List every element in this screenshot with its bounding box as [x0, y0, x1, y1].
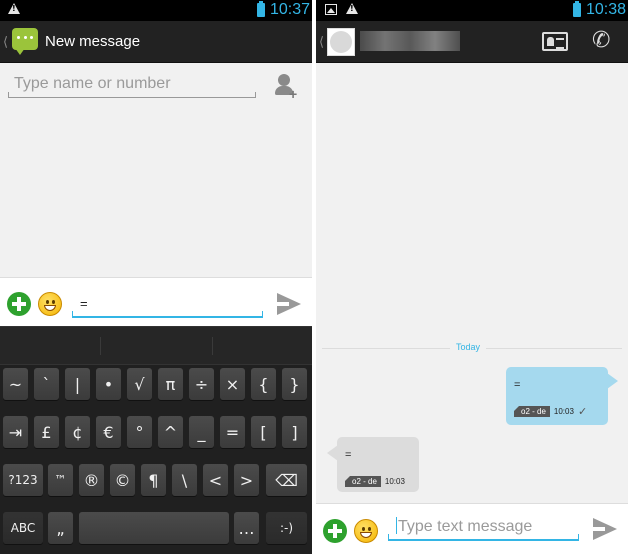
- message-time: 10:03: [553, 407, 574, 416]
- status-bar: 10:38: [316, 0, 628, 21]
- outgoing-message[interactable]: = o2 - de 10:03 ✓: [506, 367, 618, 425]
- key[interactable]: ™: [48, 464, 73, 496]
- conversation-screen: 10:38 ⟨ ✆ Today = o2 - de 10:03 ✓ = o2 -…: [316, 0, 628, 554]
- warning-icon: [346, 3, 358, 14]
- send-icon[interactable]: [277, 293, 301, 315]
- incoming-message[interactable]: = o2 - de 10:03: [327, 437, 419, 492]
- emoji-icon[interactable]: [38, 292, 62, 316]
- message-meta: o2 - de 10:03: [345, 476, 405, 487]
- key[interactable]: {: [251, 368, 276, 400]
- key[interactable]: ¢: [65, 416, 90, 448]
- picture-icon: [325, 4, 337, 15]
- backspace-key[interactable]: ⌫: [266, 464, 307, 496]
- attach-icon[interactable]: [323, 519, 347, 543]
- key[interactable]: <: [203, 464, 228, 496]
- symbols-keyboard: ~ ` | • √ π ÷ × { } ⇥ £ ¢ € ° ^ _ = [ ] …: [0, 326, 312, 554]
- status-bar: 10:37: [0, 0, 312, 21]
- key[interactable]: }: [282, 368, 307, 400]
- back-chevron-icon[interactable]: ⟨: [319, 34, 324, 50]
- message-input-placeholder: Type text message: [398, 518, 533, 535]
- key[interactable]: ¶: [141, 464, 166, 496]
- new-message-screen: 10:37 ⟨ New message Type name or number …: [0, 0, 312, 554]
- back-chevron-icon[interactable]: ⟨: [3, 34, 8, 50]
- battery-icon: [257, 1, 265, 17]
- phone-icon[interactable]: ✆: [592, 28, 610, 53]
- space-key[interactable]: [79, 512, 229, 544]
- abc-key[interactable]: ABC: [3, 512, 43, 544]
- key[interactable]: ÷: [189, 368, 214, 400]
- key[interactable]: `: [34, 368, 59, 400]
- key[interactable]: „: [48, 512, 73, 544]
- key[interactable]: _: [189, 416, 214, 448]
- key[interactable]: \: [172, 464, 197, 496]
- message-meta: o2 - de 10:03 ✓: [514, 405, 587, 418]
- attach-icon[interactable]: [7, 292, 31, 316]
- key[interactable]: …: [234, 512, 259, 544]
- carrier-badge: o2 - de: [514, 406, 550, 417]
- messaging-app-icon[interactable]: [12, 28, 38, 55]
- key[interactable]: ®: [79, 464, 104, 496]
- warning-icon: [8, 3, 20, 14]
- recipient-input[interactable]: Type name or number: [8, 73, 256, 98]
- key[interactable]: ×: [220, 368, 245, 400]
- suggestion-strip: [0, 327, 312, 365]
- avatar[interactable]: [327, 28, 355, 56]
- status-time: 10:37: [270, 1, 311, 18]
- message-input[interactable]: =: [72, 292, 263, 318]
- battery-icon: [573, 1, 581, 17]
- key[interactable]: £: [34, 416, 59, 448]
- key[interactable]: √: [127, 368, 152, 400]
- add-contact-icon[interactable]: +: [275, 74, 299, 102]
- message-text: =: [345, 449, 352, 461]
- key[interactable]: [: [251, 416, 276, 448]
- action-bar: ⟨ New message: [0, 21, 312, 63]
- key[interactable]: ^: [158, 416, 183, 448]
- key[interactable]: >: [234, 464, 259, 496]
- carrier-badge: o2 - de: [345, 476, 381, 487]
- delivered-check-icon: ✓: [577, 405, 588, 418]
- key[interactable]: ~: [3, 368, 28, 400]
- smiley-key[interactable]: :-): [266, 512, 307, 544]
- key[interactable]: =: [220, 416, 245, 448]
- page-title: New message: [45, 33, 141, 50]
- message-input[interactable]: Type text message: [388, 515, 579, 541]
- key[interactable]: |: [65, 368, 90, 400]
- contact-card-icon[interactable]: [542, 32, 568, 51]
- tab-key[interactable]: ⇥: [3, 416, 28, 448]
- compose-bar: Type text message: [316, 503, 628, 554]
- key[interactable]: °: [127, 416, 152, 448]
- contact-name-blurred: [360, 31, 460, 51]
- send-icon[interactable]: [593, 518, 617, 540]
- key[interactable]: ]: [282, 416, 307, 448]
- date-label: Today: [450, 342, 487, 352]
- message-time: 10:03: [384, 477, 405, 486]
- message-text: =: [514, 379, 521, 391]
- compose-bar: =: [0, 277, 312, 327]
- key[interactable]: •: [96, 368, 121, 400]
- emoji-icon[interactable]: [354, 519, 378, 543]
- symbols-toggle-key[interactable]: ?123: [3, 464, 43, 496]
- action-bar: ⟨ ✆: [316, 21, 628, 63]
- key[interactable]: π: [158, 368, 183, 400]
- status-time: 10:38: [586, 1, 627, 18]
- key[interactable]: €: [96, 416, 121, 448]
- key[interactable]: ©: [110, 464, 135, 496]
